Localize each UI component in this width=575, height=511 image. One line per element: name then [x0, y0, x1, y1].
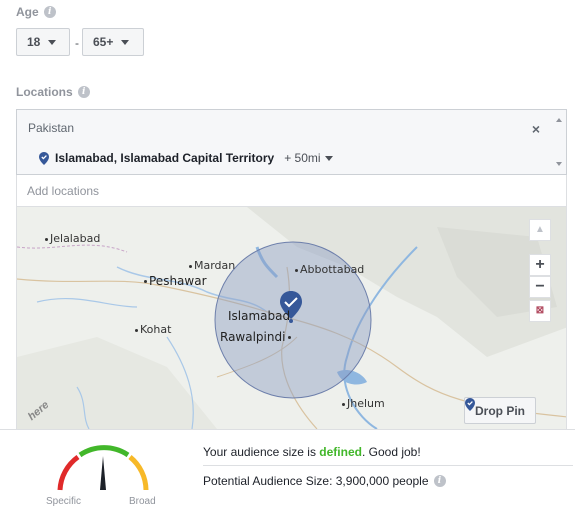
- location-pin-icon: [465, 398, 475, 411]
- selected-location-item: Islamabad, Islamabad Capital Territory +…: [39, 151, 333, 165]
- info-icon[interactable]: i: [433, 475, 446, 487]
- audience-gauge: [57, 445, 149, 491]
- chevron-down-icon: [121, 39, 130, 45]
- drop-pin-label: Drop Pin: [475, 403, 525, 418]
- location-map[interactable]: Jelalabad Mardan Abbottabad Peshawar Isl…: [16, 207, 567, 429]
- radius-dropdown[interactable]: + 50mi: [284, 151, 333, 165]
- potential-audience: Potential Audience Size: 3,900,000 peopl…: [203, 474, 446, 488]
- audience-status: Your audience size is defined. Good job!: [203, 445, 421, 459]
- drop-pin-button[interactable]: Drop Pin: [464, 397, 536, 424]
- potential-audience-text: Potential Audience Size: 3,900,000 peopl…: [203, 474, 429, 488]
- age-max-select[interactable]: 65+: [82, 28, 144, 56]
- scroll-up-icon[interactable]: [556, 118, 562, 122]
- city-label-abbottabad: Abbottabad: [295, 263, 364, 276]
- audience-status-suffix: . Good job!: [361, 445, 421, 459]
- city-label-islamabad: Islamabad: [228, 309, 291, 323]
- add-locations-input[interactable]: Add locations: [16, 175, 567, 207]
- selected-location-name: Islamabad, Islamabad Capital Territory: [55, 151, 275, 165]
- city-label-jelalabad: Jelalabad: [45, 232, 100, 245]
- zoom-in-button[interactable]: +: [529, 254, 551, 276]
- remove-country-icon[interactable]: ×: [532, 121, 540, 137]
- info-icon[interactable]: i: [77, 86, 90, 98]
- audience-status-word: defined: [319, 445, 362, 459]
- audience-status-prefix: Your audience size is: [203, 445, 320, 459]
- divider: [203, 465, 573, 466]
- locations-label-text: Locations: [16, 85, 73, 99]
- locations-label: Locations i: [16, 85, 90, 99]
- age-label: Age i: [16, 5, 56, 19]
- selected-locations-box: Pakistan × Islamabad, Islamabad Capital …: [16, 109, 567, 175]
- chevron-down-icon: [324, 155, 333, 161]
- age-max-value: 65+: [93, 35, 114, 49]
- info-icon[interactable]: i: [43, 6, 56, 18]
- location-pin-icon: [39, 151, 49, 165]
- age-min-value: 18: [27, 35, 41, 49]
- zoom-out-button[interactable]: −: [529, 276, 551, 298]
- chevron-down-icon: [48, 39, 57, 45]
- gauge-specific-label: Specific: [46, 496, 82, 507]
- gauge-broad-label: Broad: [129, 496, 156, 507]
- city-label-jhelum: Jhelum: [342, 397, 385, 410]
- fullscreen-icon[interactable]: ⊠: [529, 300, 551, 322]
- age-label-text: Age: [16, 5, 39, 19]
- age-separator: -: [75, 36, 79, 50]
- city-label-kohat: Kohat: [135, 323, 171, 336]
- city-label-rawalpindi: Rawalpindi: [220, 330, 293, 344]
- radius-value: + 50mi: [284, 151, 321, 165]
- city-label-mardan: Mardan: [189, 259, 235, 272]
- city-label-peshawar: Peshawar: [144, 274, 207, 288]
- age-min-select[interactable]: 18: [16, 28, 70, 56]
- map-scroll-up-button[interactable]: ▲: [529, 219, 551, 241]
- scroll-down-icon[interactable]: [556, 162, 562, 166]
- location-country: Pakistan: [28, 121, 75, 135]
